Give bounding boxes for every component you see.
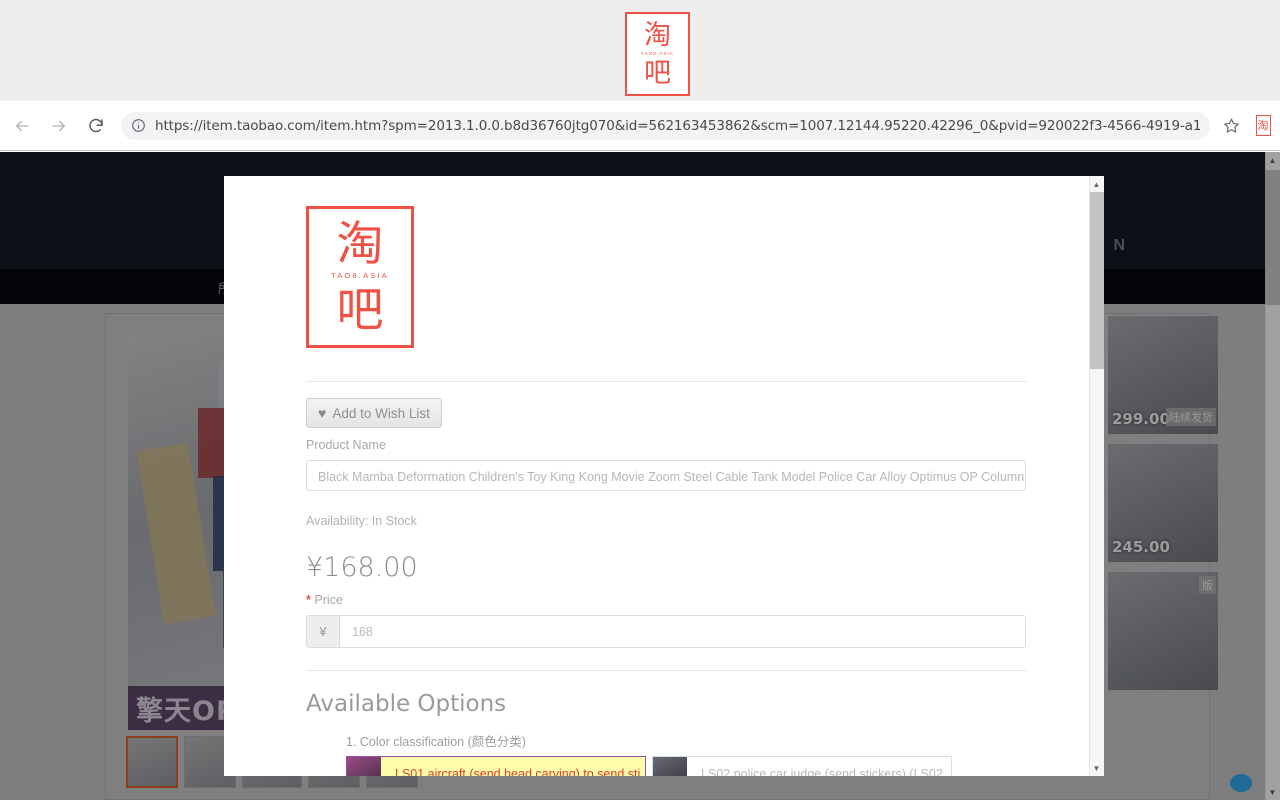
price-field-label: * Price <box>306 593 1027 607</box>
logo-top-character: 淘 <box>336 216 384 272</box>
tao8-logo: 淘 TAO8.ASIA 吧 <box>306 206 414 348</box>
currency-prefix: ¥ <box>307 616 340 647</box>
add-to-wish-list-label: Add to Wish List <box>332 405 430 421</box>
price-label-text: Price <box>314 593 343 607</box>
divider <box>306 670 1026 671</box>
modal-content: 淘 TAO8.ASIA 吧 ♥ Add to Wish List Product… <box>224 176 1089 776</box>
modal-scrollbar-thumb[interactable] <box>1090 192 1104 369</box>
back-button[interactable] <box>7 111 37 141</box>
price-input-value: 168 <box>352 624 373 639</box>
page-scrollbar[interactable]: ▲ ▼ <box>1265 152 1280 800</box>
modal-scrollbar[interactable]: ▲ ▼ <box>1089 176 1104 776</box>
modal-scroll-up-arrow[interactable]: ▲ <box>1089 176 1104 192</box>
required-asterisk: * <box>306 593 311 607</box>
option-label: LS02 police car judge (send stickers) (L… <box>701 767 951 776</box>
product-name-label: Product Name <box>306 438 386 452</box>
product-banner-text: 擎天OP <box>136 695 237 727</box>
page-scroll-down-arrow[interactable]: ▼ <box>1265 784 1280 800</box>
divider <box>306 381 1027 382</box>
page-scrollbar-thumb[interactable] <box>1265 170 1280 305</box>
price-input-group: ¥ 168 <box>306 615 1026 648</box>
logo-subtitle: TAO8.ASIA <box>330 270 389 280</box>
option-item-ls02[interactable]: LS02 police car judge (send stickers) (L… <box>652 756 952 776</box>
recommendation-tag: 陆续发货 <box>1166 408 1216 426</box>
recommendation-tag: 版 <box>1199 576 1216 594</box>
browser-tab-favicon-logo[interactable]: 淘 TAO8.ASIA 吧 <box>625 12 690 96</box>
available-options-heading: Available Options <box>306 691 507 717</box>
customer-service-chat-icon[interactable] <box>1230 774 1252 792</box>
browser-tab-strip: 淘 TAO8.ASIA 吧 <box>0 0 1280 101</box>
logo-bottom-character: 吧 <box>336 282 384 338</box>
recommendation-price: 299.00 <box>1112 410 1170 428</box>
heart-icon: ♥ <box>318 405 327 421</box>
option-group-label: 1. Color classification (颜色分类) <box>346 735 526 749</box>
add-to-wish-list-button[interactable]: ♥ Add to Wish List <box>306 398 442 428</box>
recommendation-price: 245.00 <box>1112 538 1170 556</box>
recommendation-column: 299.00 陆续发货 245.00 版 <box>1108 316 1218 800</box>
option-group-color-classification: 1. Color classification (颜色分类) LS01 airc… <box>306 731 1027 776</box>
site-info-icon[interactable] <box>131 118 146 133</box>
logo-top-character: 淘 <box>644 19 671 51</box>
address-bar[interactable]: https://item.taobao.com/item.htm?spm=201… <box>121 111 1210 140</box>
product-name-value: Black Mamba Deformation Children's Toy K… <box>318 470 1026 484</box>
forward-button[interactable] <box>44 111 74 141</box>
site-header-text: N <box>1113 237 1125 254</box>
option-thumbnail <box>347 757 381 776</box>
product-import-modal: 淘 TAO8.ASIA 吧 ♥ Add to Wish List Product… <box>224 176 1104 776</box>
logo-subtitle: TAO8.ASIA <box>641 50 674 56</box>
browser-toolbar: https://item.taobao.com/item.htm?spm=201… <box>0 101 1280 151</box>
availability-status: Availability: In Stock <box>306 514 417 528</box>
modal-scroll-down-arrow[interactable]: ▼ <box>1089 760 1104 776</box>
price-input[interactable]: 168 <box>340 616 1025 647</box>
bookmark-star-icon[interactable] <box>1216 111 1246 141</box>
option-grid: LS01 aircraft (send head carving) to sen… <box>346 756 1027 776</box>
option-item-ls01[interactable]: LS01 aircraft (send head carving) to sen… <box>346 756 646 776</box>
extension-glyph: 淘 <box>1255 115 1271 136</box>
recommendation-item[interactable]: 299.00 陆续发货 <box>1108 316 1218 434</box>
recommendation-item[interactable]: 版 <box>1108 572 1218 690</box>
address-bar-url: https://item.taobao.com/item.htm?spm=201… <box>155 117 1200 134</box>
page-scroll-up-arrow[interactable]: ▲ <box>1265 152 1280 168</box>
taobao-extension-icon[interactable]: 淘 <box>1246 111 1280 141</box>
product-thumbnail[interactable] <box>126 736 178 788</box>
option-thumbnail <box>653 757 687 776</box>
recommendation-item[interactable]: 245.00 <box>1108 444 1218 562</box>
product-name-input[interactable]: Black Mamba Deformation Children's Toy K… <box>306 460 1026 491</box>
reload-button[interactable] <box>81 111 111 141</box>
price-display: ¥168.00 <box>306 552 418 583</box>
logo-bottom-character: 吧 <box>644 57 671 89</box>
option-label: LS01 aircraft (send head carving) to sen… <box>381 757 645 776</box>
